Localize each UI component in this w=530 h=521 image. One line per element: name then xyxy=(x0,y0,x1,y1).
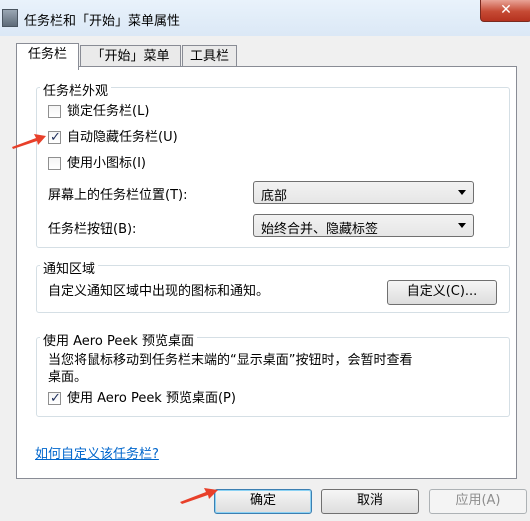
notification-description: 自定义通知区域中出现的图标和通知。 xyxy=(48,284,270,299)
apply-button[interactable]: 应用(A) xyxy=(429,489,527,514)
window-title: 任务栏和「开始」菜单属性 xyxy=(24,14,181,29)
aero-peek-legend: 使用 Aero Peek 预览桌面 xyxy=(40,330,197,349)
taskbar-location-value: 底部 xyxy=(261,189,288,204)
small-icons-label: 使用小图标(I) xyxy=(67,156,146,171)
taskbar-buttons-select[interactable]: 始终合并、隐藏标签 xyxy=(253,214,474,237)
auto-hide-label: 自动隐藏任务栏(U) xyxy=(67,130,178,145)
tab-taskbar[interactable]: 任务栏 xyxy=(16,43,79,70)
taskbar-buttons-label: 任务栏按钮(B): xyxy=(48,222,137,237)
help-link[interactable]: 如何自定义该任务栏? xyxy=(35,443,159,462)
aero-peek-description-line1: 当您将鼠标移动到任务栏末端的“显示桌面”按钮时，会暂时查看 xyxy=(48,353,413,368)
title-bar: 任务栏和「开始」菜单属性 ✕ xyxy=(0,0,530,36)
aero-peek-description-line2: 桌面。 xyxy=(48,370,88,385)
annotation-arrow-icon xyxy=(180,488,218,504)
lock-taskbar-checkbox[interactable]: 锁定任务栏(L) xyxy=(48,103,248,121)
taskbar-buttons-value: 始终合并、隐藏标签 xyxy=(261,222,379,237)
ok-button[interactable]: 确定 xyxy=(214,489,312,514)
auto-hide-box[interactable]: ✓ xyxy=(48,130,61,145)
taskbar-location-select[interactable]: 底部 xyxy=(253,181,474,204)
small-icons-checkbox[interactable]: 使用小图标(I) xyxy=(48,155,248,173)
taskbar-location-label: 屏幕上的任务栏位置(T): xyxy=(48,188,188,203)
taskbar-properties-icon xyxy=(2,9,18,27)
auto-hide-checkbox[interactable]: ✓ 自动隐藏任务栏(U) xyxy=(48,129,248,147)
aero-peek-box[interactable]: ✓ xyxy=(48,391,61,406)
annotation-arrow-icon xyxy=(12,134,46,149)
aero-peek-label: 使用 Aero Peek 预览桌面(P) xyxy=(67,391,236,406)
dropdown-arrow-icon xyxy=(458,223,466,228)
checkmark-icon: ✓ xyxy=(50,391,61,406)
customize-notifications-button[interactable]: 自定义(C)... xyxy=(387,280,497,305)
lock-taskbar-box[interactable] xyxy=(48,105,61,118)
cancel-button[interactable]: 取消 xyxy=(321,489,419,514)
aero-peek-checkbox[interactable]: ✓ 使用 Aero Peek 预览桌面(P) xyxy=(48,390,308,408)
checkmark-icon: ✓ xyxy=(50,130,61,145)
lock-taskbar-label: 锁定任务栏(L) xyxy=(67,104,150,119)
notification-legend: 通知区域 xyxy=(40,258,99,277)
small-icons-box[interactable] xyxy=(48,157,61,170)
close-button[interactable]: ✕ xyxy=(480,0,530,22)
appearance-legend: 任务栏外观 xyxy=(40,80,112,99)
dropdown-arrow-icon xyxy=(458,190,466,195)
